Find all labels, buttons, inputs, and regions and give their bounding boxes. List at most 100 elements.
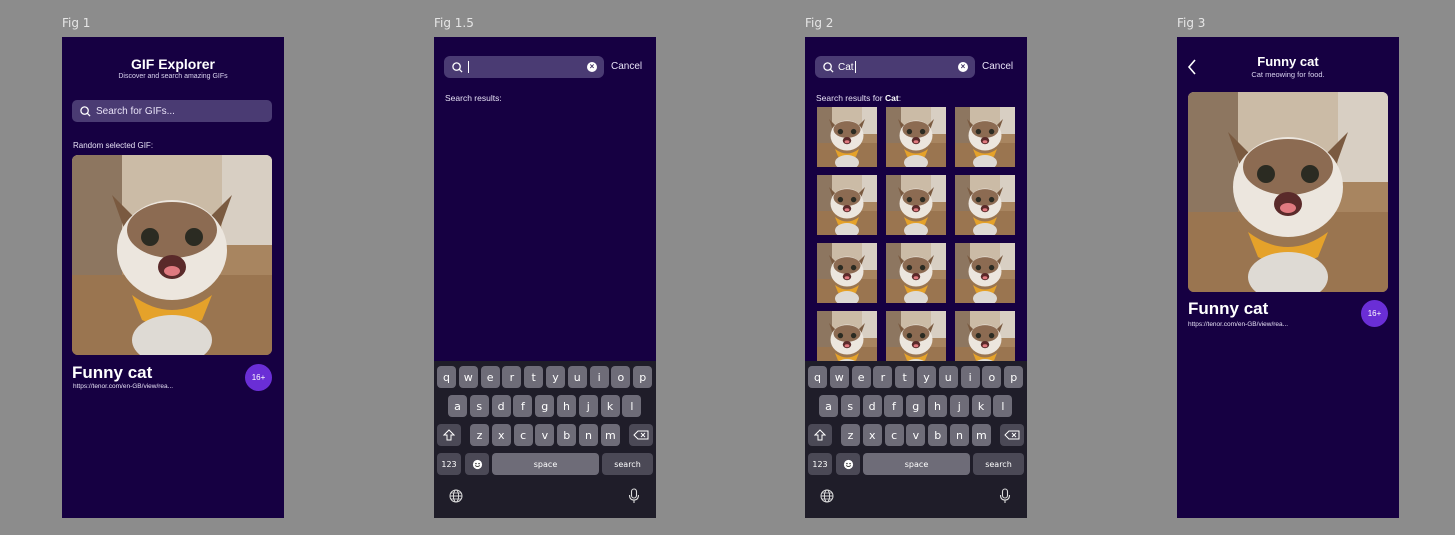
result-thumbnail[interactable] — [955, 175, 1015, 235]
result-thumbnail[interactable] — [955, 107, 1015, 167]
detail-gif-image[interactable] — [1188, 92, 1388, 292]
result-thumbnail[interactable] — [817, 107, 877, 167]
search-icon — [452, 61, 463, 73]
cancel-button[interactable]: Cancel — [982, 61, 1013, 72]
key-f[interactable]: f — [884, 395, 904, 417]
key-r[interactable]: r — [873, 366, 893, 388]
key-d[interactable]: d — [491, 395, 511, 417]
key-w[interactable]: w — [829, 366, 849, 388]
emoji-key-icon[interactable] — [465, 453, 489, 475]
detail-subtitle: Cat meowing for food. — [1251, 70, 1325, 79]
key-o[interactable]: o — [982, 366, 1002, 388]
key-f[interactable]: f — [513, 395, 533, 417]
numbers-key[interactable]: 123 — [808, 453, 832, 475]
key-b[interactable]: b — [557, 424, 577, 446]
microphone-icon[interactable] — [999, 488, 1011, 509]
key-u[interactable]: u — [567, 366, 587, 388]
clear-icon[interactable]: × — [958, 62, 968, 72]
search-input[interactable]: Cat × — [815, 56, 975, 78]
key-c[interactable]: c — [513, 424, 533, 446]
gif-title: Funny cat — [72, 363, 153, 382]
key-h[interactable]: h — [928, 395, 947, 417]
key-k[interactable]: k — [600, 395, 620, 417]
key-q[interactable]: q — [808, 366, 827, 388]
result-thumbnail[interactable] — [886, 175, 946, 235]
key-j[interactable]: j — [578, 395, 598, 417]
result-thumbnail[interactable] — [817, 175, 877, 235]
result-thumbnail[interactable] — [886, 107, 946, 167]
key-b[interactable]: b — [928, 424, 948, 446]
search-query: Cat — [838, 61, 854, 73]
text-caret — [468, 61, 469, 73]
shift-key-icon[interactable] — [437, 424, 461, 446]
key-c[interactable]: c — [884, 424, 904, 446]
globe-icon[interactable] — [820, 489, 834, 508]
numbers-key[interactable]: 123 — [437, 453, 461, 475]
key-i[interactable]: i — [589, 366, 609, 388]
key-r[interactable]: r — [502, 366, 522, 388]
key-y[interactable]: y — [917, 366, 936, 388]
result-thumbnail[interactable] — [886, 243, 946, 303]
key-x[interactable]: x — [491, 424, 511, 446]
key-m[interactable]: m — [600, 424, 620, 446]
result-thumbnail[interactable] — [955, 243, 1015, 303]
key-a[interactable]: a — [448, 395, 467, 417]
key-q[interactable]: q — [437, 366, 456, 388]
key-i[interactable]: i — [960, 366, 980, 388]
search-placeholder: Search for GIFs... — [96, 105, 175, 117]
key-t[interactable]: t — [524, 366, 544, 388]
search-key[interactable]: search — [602, 453, 653, 475]
key-p[interactable]: p — [1004, 366, 1024, 388]
app-title: GIF Explorer — [130, 56, 216, 72]
keyboard: q w e r t y u i o p a s d f g h j k l z x c v b n m 123 space search — [805, 361, 1027, 518]
key-p[interactable]: p — [633, 366, 653, 388]
space-key[interactable]: space — [863, 453, 970, 475]
key-l[interactable]: l — [622, 395, 642, 417]
key-m[interactable]: m — [971, 424, 991, 446]
key-s[interactable]: s — [840, 395, 860, 417]
results-term: Cat — [884, 93, 899, 103]
key-l[interactable]: l — [993, 395, 1013, 417]
key-v[interactable]: v — [906, 424, 926, 446]
shift-key-icon[interactable] — [808, 424, 832, 446]
key-v[interactable]: v — [535, 424, 555, 446]
key-n[interactable]: n — [950, 424, 969, 446]
backspace-key-icon[interactable] — [629, 424, 653, 446]
key-j[interactable]: j — [949, 395, 969, 417]
space-key[interactable]: space — [492, 453, 599, 475]
search-key[interactable]: search — [973, 453, 1024, 475]
key-d[interactable]: d — [862, 395, 882, 417]
results-label: Search results for Cat: — [816, 93, 901, 103]
emoji-key-icon[interactable] — [836, 453, 860, 475]
key-g[interactable]: g — [906, 395, 926, 417]
key-w[interactable]: w — [458, 366, 478, 388]
result-thumbnail[interactable] — [817, 243, 877, 303]
key-x[interactable]: x — [862, 424, 882, 446]
key-y[interactable]: y — [546, 366, 565, 388]
backspace-key-icon[interactable] — [1000, 424, 1024, 446]
gif-url[interactable]: https://tenor.com/en-GB/view/rea... — [73, 383, 173, 390]
key-z[interactable]: z — [470, 424, 489, 446]
clear-icon[interactable]: × — [587, 62, 597, 72]
cancel-button[interactable]: Cancel — [611, 61, 642, 72]
key-g[interactable]: g — [535, 395, 555, 417]
globe-icon[interactable] — [449, 489, 463, 508]
app-subtitle: Discover and search amazing GIFs — [118, 73, 228, 80]
key-e[interactable]: e — [851, 366, 871, 388]
key-z[interactable]: z — [841, 424, 860, 446]
key-h[interactable]: h — [557, 395, 576, 417]
key-o[interactable]: o — [611, 366, 631, 388]
key-k[interactable]: k — [971, 395, 991, 417]
search-input[interactable]: × — [444, 56, 604, 78]
random-gif-image[interactable] — [72, 155, 272, 355]
key-t[interactable]: t — [895, 366, 915, 388]
key-u[interactable]: u — [938, 366, 958, 388]
key-s[interactable]: s — [469, 395, 489, 417]
search-bar[interactable]: Search for GIFs... — [72, 100, 272, 122]
age-rating-badge: 16+ — [245, 364, 272, 391]
key-a[interactable]: a — [819, 395, 838, 417]
key-e[interactable]: e — [480, 366, 500, 388]
microphone-icon[interactable] — [628, 488, 640, 509]
gif-url[interactable]: https://tenor.com/en-GB/view/rea... — [1188, 321, 1288, 328]
key-n[interactable]: n — [579, 424, 598, 446]
